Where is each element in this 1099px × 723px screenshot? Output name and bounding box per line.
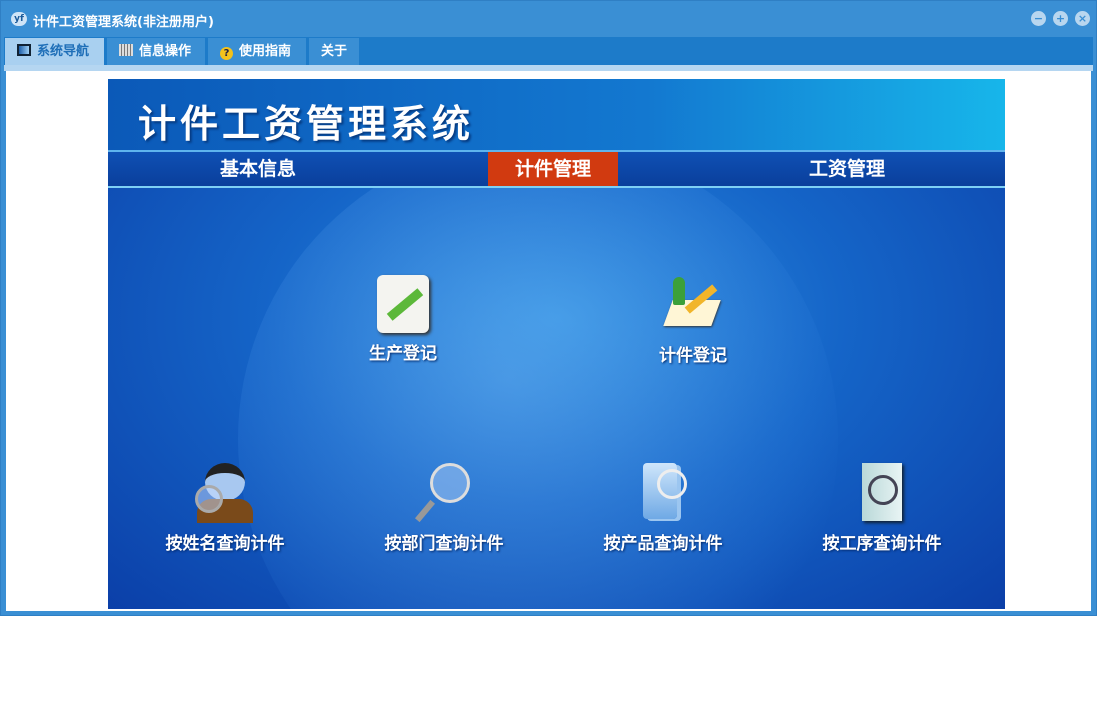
maximize-button[interactable]: +	[1053, 11, 1068, 26]
item-label: 按姓名查询计件	[165, 534, 285, 554]
item-label: 生产登记	[369, 344, 437, 364]
window-title: 计件工资管理系统(非注册用户)	[33, 15, 214, 30]
query-by-department-button[interactable]: 按部门查询计件	[364, 463, 524, 554]
grid-icon	[119, 44, 133, 56]
navigation-panel: 计件工资管理系统 基本信息 计件管理 工资管理 生产登记 计件登记 按姓名查询计…	[108, 79, 1005, 609]
tab-label: 关于	[321, 44, 348, 59]
tab-about[interactable]: 关于	[309, 38, 359, 65]
piece-register-button[interactable]: 计件登记	[613, 275, 773, 366]
query-by-process-button[interactable]: 按工序查询计件	[802, 463, 962, 554]
app-logo: yf	[11, 12, 27, 26]
documents-search-icon	[633, 463, 693, 523]
person-search-icon	[195, 463, 255, 523]
help-icon: ?	[220, 47, 233, 60]
query-by-name-button[interactable]: 按姓名查询计件	[145, 463, 305, 554]
tab-label: 信息操作	[139, 44, 192, 59]
monitor-icon	[17, 44, 31, 56]
close-button[interactable]: ×	[1075, 11, 1090, 26]
banner-header: 计件工资管理系统	[108, 79, 1005, 150]
banner-title: 计件工资管理系统	[138, 102, 475, 146]
tab-info-ops[interactable]: 信息操作	[107, 38, 205, 65]
tab-label: 系统导航	[37, 44, 90, 59]
globe-background	[238, 139, 838, 609]
nav-piece-management[interactable]: 计件管理	[488, 152, 618, 186]
item-label: 按部门查询计件	[384, 534, 504, 554]
query-by-product-button[interactable]: 按产品查询计件	[583, 463, 743, 554]
title-bar: yf 计件工资管理系统(非注册用户) − + ×	[1, 1, 1096, 37]
item-label: 计件登记	[659, 346, 727, 366]
notepad-pencil-icon	[377, 275, 429, 333]
item-label: 按产品查询计件	[603, 534, 723, 554]
register-icon	[663, 275, 723, 335]
nav-basic-info[interactable]: 基本信息	[193, 152, 323, 186]
tab-bar: 系统导航 信息操作 ? 使用指南 关于	[4, 37, 1093, 65]
module-nav: 基本信息 计件管理 工资管理	[108, 150, 1005, 188]
tab-guide[interactable]: ? 使用指南	[208, 38, 306, 65]
tab-label: 使用指南	[239, 44, 292, 59]
nav-wage-management[interactable]: 工资管理	[782, 152, 912, 186]
magnifier-icon	[414, 463, 474, 523]
minimize-button[interactable]: −	[1031, 11, 1046, 26]
item-label: 按工序查询计件	[822, 534, 942, 554]
production-register-button[interactable]: 生产登记	[323, 275, 483, 364]
document-search-icon	[852, 463, 912, 523]
tab-system-nav[interactable]: 系统导航	[5, 38, 104, 65]
